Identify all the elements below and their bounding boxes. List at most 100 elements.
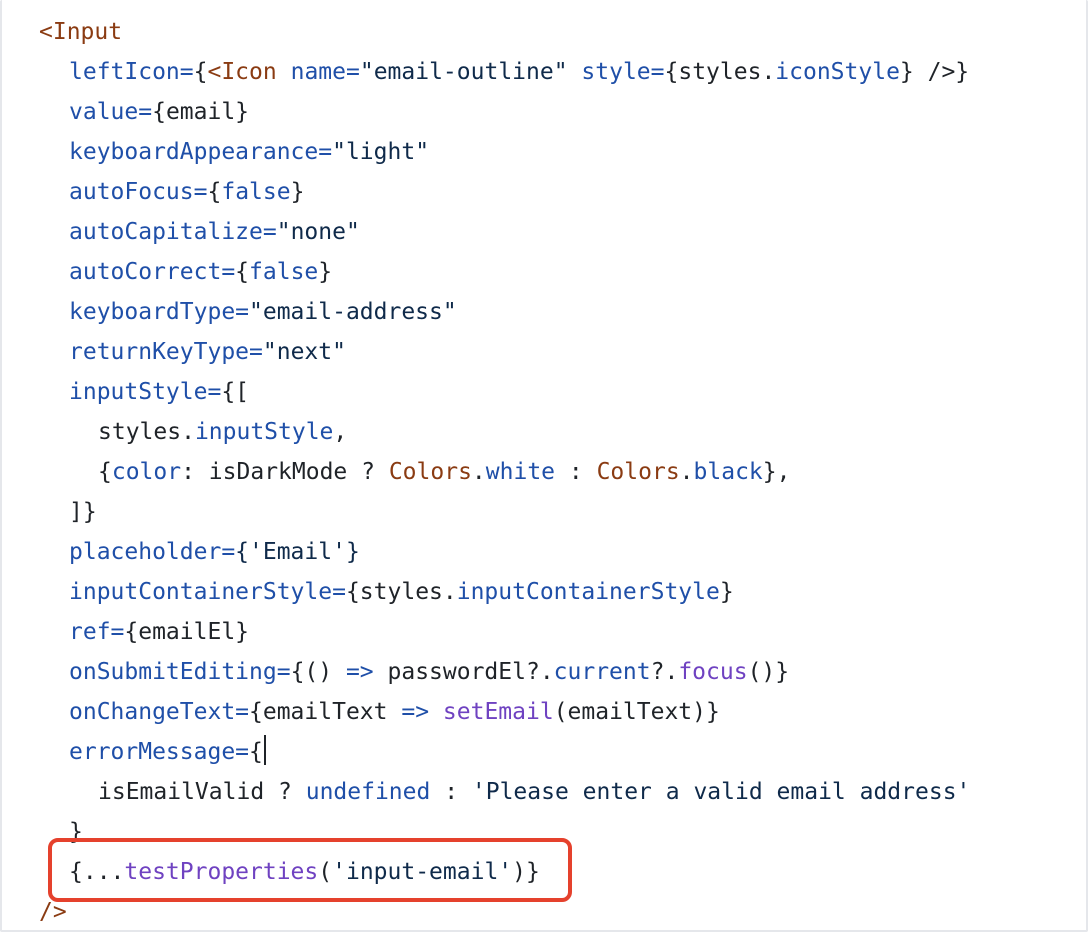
- code-token: .: [471, 459, 486, 485]
- code-line[interactable]: <Input: [2, 12, 970, 52]
- code-token: keyboardType=: [69, 299, 250, 325]
- code-token: undefined: [305, 779, 431, 805]
- code-token: 'input-email': [332, 859, 513, 885]
- code-token: (: [318, 859, 333, 885]
- code-token: "none": [276, 219, 360, 245]
- code-token: autoCorrect=: [69, 259, 236, 285]
- code-line[interactable]: {color: isDarkMode ? Colors.white : Colo…: [2, 452, 970, 492]
- code-line[interactable]: {...testProperties('input-email')}: [2, 852, 970, 892]
- code-token: black: [693, 459, 763, 485]
- code-token: },: [762, 459, 791, 485]
- code-token: {email}: [152, 99, 250, 125]
- code-token: />: [39, 899, 67, 925]
- code-line[interactable]: inputContainerStyle={styles.inputContain…: [2, 572, 970, 612]
- code-token: onChangeText=: [69, 699, 250, 725]
- code-token: {[: [221, 379, 250, 405]
- code-line[interactable]: inputStyle={[: [2, 372, 970, 412]
- code-token: {...: [69, 859, 125, 885]
- code-token: {(): [290, 659, 346, 685]
- code-token: testProperties: [124, 859, 319, 885]
- code-token: {: [207, 179, 222, 205]
- code-token: (emailText)}: [553, 699, 720, 725]
- code-token: autoFocus=: [69, 179, 208, 205]
- code-token: )}: [512, 859, 540, 885]
- code-line[interactable]: }: [2, 812, 970, 852]
- code-token: errorMessage=: [69, 739, 250, 765]
- code-token: }: [290, 179, 305, 205]
- code-token: }: [69, 819, 83, 845]
- code-token: leftIcon=: [69, 59, 194, 85]
- code-token: "next": [262, 339, 346, 365]
- code-token: current: [553, 659, 651, 685]
- code-token: color: [111, 459, 182, 485]
- code-token: "email-address": [249, 299, 457, 325]
- code-line[interactable]: isEmailValid ? undefined : 'Please enter…: [2, 772, 970, 812]
- code-line[interactable]: autoCapitalize="none": [2, 212, 970, 252]
- code-token: ]}: [69, 499, 97, 525]
- code-line[interactable]: onSubmitEditing={() => passwordEl?.curre…: [2, 652, 970, 692]
- code-token: =>: [401, 699, 430, 725]
- code-token: {styles.: [664, 59, 776, 85]
- code-token: {: [98, 459, 112, 485]
- code-token: {'Email'}: [235, 539, 360, 565]
- code-token: :: [430, 779, 472, 805]
- code-token: white: [485, 459, 556, 485]
- code-token: inputStyle=: [69, 379, 222, 405]
- code-token: "light": [332, 139, 430, 165]
- code-line[interactable]: onChangeText={emailText => setEmail(emai…: [2, 692, 970, 732]
- code-token: inputContainerStyle=: [69, 579, 346, 605]
- code-token: } />}: [899, 59, 970, 85]
- code-token: {styles.: [345, 579, 457, 605]
- code-token: <Icon: [207, 59, 277, 85]
- code-line[interactable]: autoFocus={false}: [2, 172, 970, 212]
- code-token: }: [719, 579, 734, 605]
- code-token: keyboardAppearance=: [69, 139, 333, 165]
- code-token: {: [249, 739, 263, 765]
- code-line[interactable]: returnKeyType="next": [2, 332, 970, 372]
- code-token: ?.: [650, 659, 679, 685]
- code-line[interactable]: autoCorrect={false}: [2, 252, 970, 292]
- code-line[interactable]: placeholder={'Email'}: [2, 532, 970, 572]
- code-line[interactable]: />: [2, 892, 970, 930]
- text-cursor: [263, 735, 266, 765]
- code-token: Colors: [388, 459, 472, 485]
- code-token: placeholder=: [69, 539, 236, 565]
- code-token: 'Please enter a valid email address': [471, 779, 971, 805]
- code-token: inputStyle: [194, 419, 334, 445]
- code-line[interactable]: styles.inputStyle,: [2, 412, 970, 452]
- code-token: ref=: [69, 619, 125, 645]
- code-token: focus: [678, 659, 748, 685]
- code-token: autoCapitalize=: [69, 219, 277, 245]
- code-token: onSubmitEditing=: [69, 659, 291, 685]
- code-token: style=: [581, 59, 665, 85]
- code-token: {emailText: [249, 699, 402, 725]
- code-editor[interactable]: <Input leftIcon={<Icon name="email-outlin…: [0, 0, 1088, 932]
- code-token: <Input: [39, 19, 123, 45]
- code-line[interactable]: errorMessage={: [2, 732, 970, 772]
- code-token: iconStyle: [775, 59, 900, 85]
- code-token: inputContainerStyle: [456, 579, 720, 605]
- code-token: isEmailValid ?: [98, 779, 306, 805]
- code-token: : isDarkMode ?: [181, 459, 389, 485]
- code-token: returnKeyType=: [69, 339, 263, 365]
- code-line[interactable]: keyboardType="email-address": [2, 292, 970, 332]
- code-token: passwordEl?.: [373, 659, 554, 685]
- code-token: {: [235, 259, 250, 285]
- code-token: .: [679, 459, 694, 485]
- code-token: false: [221, 179, 291, 205]
- code-token: "email-outline": [359, 59, 568, 85]
- code-line[interactable]: ref={emailEl}: [2, 612, 970, 652]
- code-token: name=: [290, 59, 360, 85]
- code-line[interactable]: value={email}: [2, 92, 970, 132]
- code-line[interactable]: leftIcon={<Icon name="email-outline" sty…: [2, 52, 970, 92]
- code-token: {: [193, 59, 208, 85]
- code-token: :: [555, 459, 597, 485]
- code-token: {emailEl}: [124, 619, 250, 645]
- code-line[interactable]: ]}: [2, 492, 970, 532]
- code-line[interactable]: keyboardAppearance="light": [2, 132, 970, 172]
- code-token: }: [318, 259, 333, 285]
- code-block[interactable]: <Input leftIcon={<Icon name="email-outlin…: [2, 12, 970, 930]
- code-token: value=: [69, 99, 153, 125]
